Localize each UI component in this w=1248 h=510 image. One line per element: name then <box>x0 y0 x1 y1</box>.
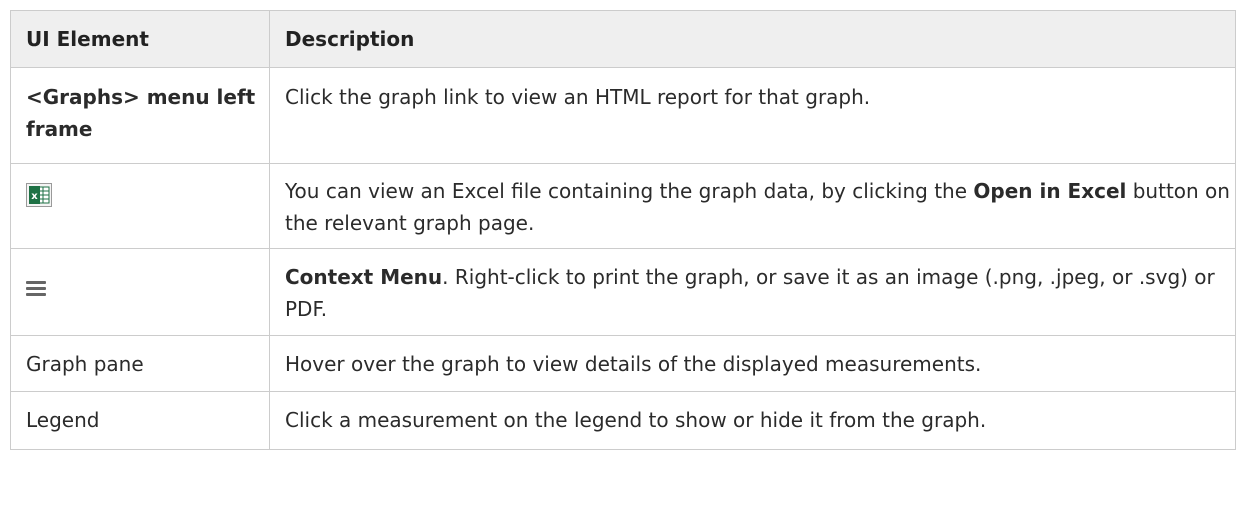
description-text: Hover over the graph to view details of … <box>285 352 982 376</box>
table-row: Context Menu. Right-click to print the g… <box>10 248 1236 336</box>
ui-elements-table: UI Element Description <Graphs> menu lef… <box>10 10 1236 450</box>
header-ui-element: UI Element <box>10 10 270 68</box>
excel-icon: x <box>26 183 52 216</box>
hamburger-menu-graphic <box>26 281 46 296</box>
row-description-cell: Click a measurement on the legend to sho… <box>269 391 1236 450</box>
legend-label: Legend <box>26 408 100 432</box>
open-in-excel-label: Open in Excel <box>973 179 1127 203</box>
header-description: Description <box>269 10 1236 68</box>
row-element-cell: x <box>10 163 270 249</box>
excel-icon-graphic: x <box>26 183 52 207</box>
row-description-cell: Click the graph link to view an HTML rep… <box>269 67 1236 164</box>
hamburger-menu-icon <box>26 273 46 305</box>
row-element-cell: Legend <box>10 391 270 450</box>
graph-pane-label: Graph pane <box>26 352 144 376</box>
table-row: Legend Click a measurement on the legend… <box>10 391 1236 450</box>
context-menu-label: Context Menu <box>285 265 443 289</box>
row-element-cell: Graph pane <box>10 335 270 392</box>
row-description-cell: Context Menu. Right-click to print the g… <box>269 248 1236 336</box>
table-row: Graph pane Hover over the graph to view … <box>10 335 1236 392</box>
row-description-cell: You can view an Excel file containing th… <box>269 163 1236 249</box>
description-text: Click the graph link to view an HTML rep… <box>285 85 871 109</box>
description-text: Click a measurement on the legend to sho… <box>285 408 987 432</box>
row-element-cell <box>10 248 270 336</box>
table-row: <Graphs> menu left frame Click the graph… <box>10 67 1236 164</box>
graphs-menu-label: <Graphs> menu left frame <box>26 85 256 141</box>
description-text: You can view an Excel file containing th… <box>285 179 974 203</box>
svg-text:x: x <box>31 191 38 202</box>
row-element-cell: <Graphs> menu left frame <box>10 67 270 164</box>
table-row: x You can view an Excel file containing … <box>10 163 1236 249</box>
row-description-cell: Hover over the graph to view details of … <box>269 335 1236 392</box>
table-header-row: UI Element Description <box>10 10 1236 68</box>
